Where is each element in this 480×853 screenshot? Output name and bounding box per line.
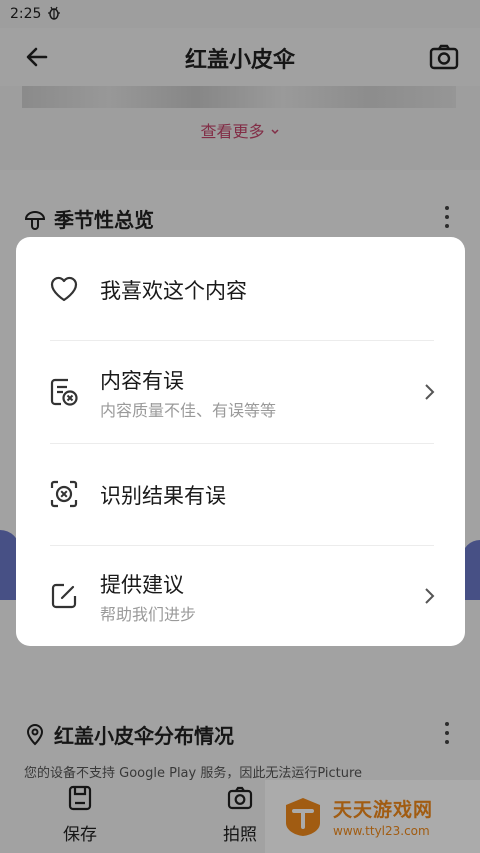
heart-icon (48, 273, 80, 305)
scan-error-icon (48, 478, 80, 510)
menu-item-recognition-error[interactable]: 识别结果有误 (16, 444, 465, 546)
menu-item-suggestion-sub: 帮助我们进步 (100, 605, 197, 624)
feedback-menu: 我喜欢这个内容 内容有误 内容质量不佳、有误等等 识别结果有误 提供建议 帮助我… (16, 237, 465, 646)
chevron-right-icon (423, 586, 435, 606)
report-error-icon (48, 376, 80, 408)
menu-item-content-error-label: 内容有误 (100, 369, 184, 393)
menu-item-content-error-sub: 内容质量不佳、有误等等 (100, 401, 277, 420)
menu-item-like[interactable]: 我喜欢这个内容 (16, 237, 465, 339)
edit-suggestion-icon (48, 580, 80, 612)
chevron-right-icon (423, 382, 435, 402)
menu-item-like-label: 我喜欢这个内容 (100, 279, 247, 303)
menu-item-content-error[interactable]: 内容有误 内容质量不佳、有误等等 (16, 341, 465, 443)
menu-item-recognition-error-label: 识别结果有误 (100, 484, 226, 508)
menu-item-suggestion[interactable]: 提供建议 帮助我们进步 (16, 545, 465, 647)
menu-item-suggestion-label: 提供建议 (100, 573, 184, 597)
